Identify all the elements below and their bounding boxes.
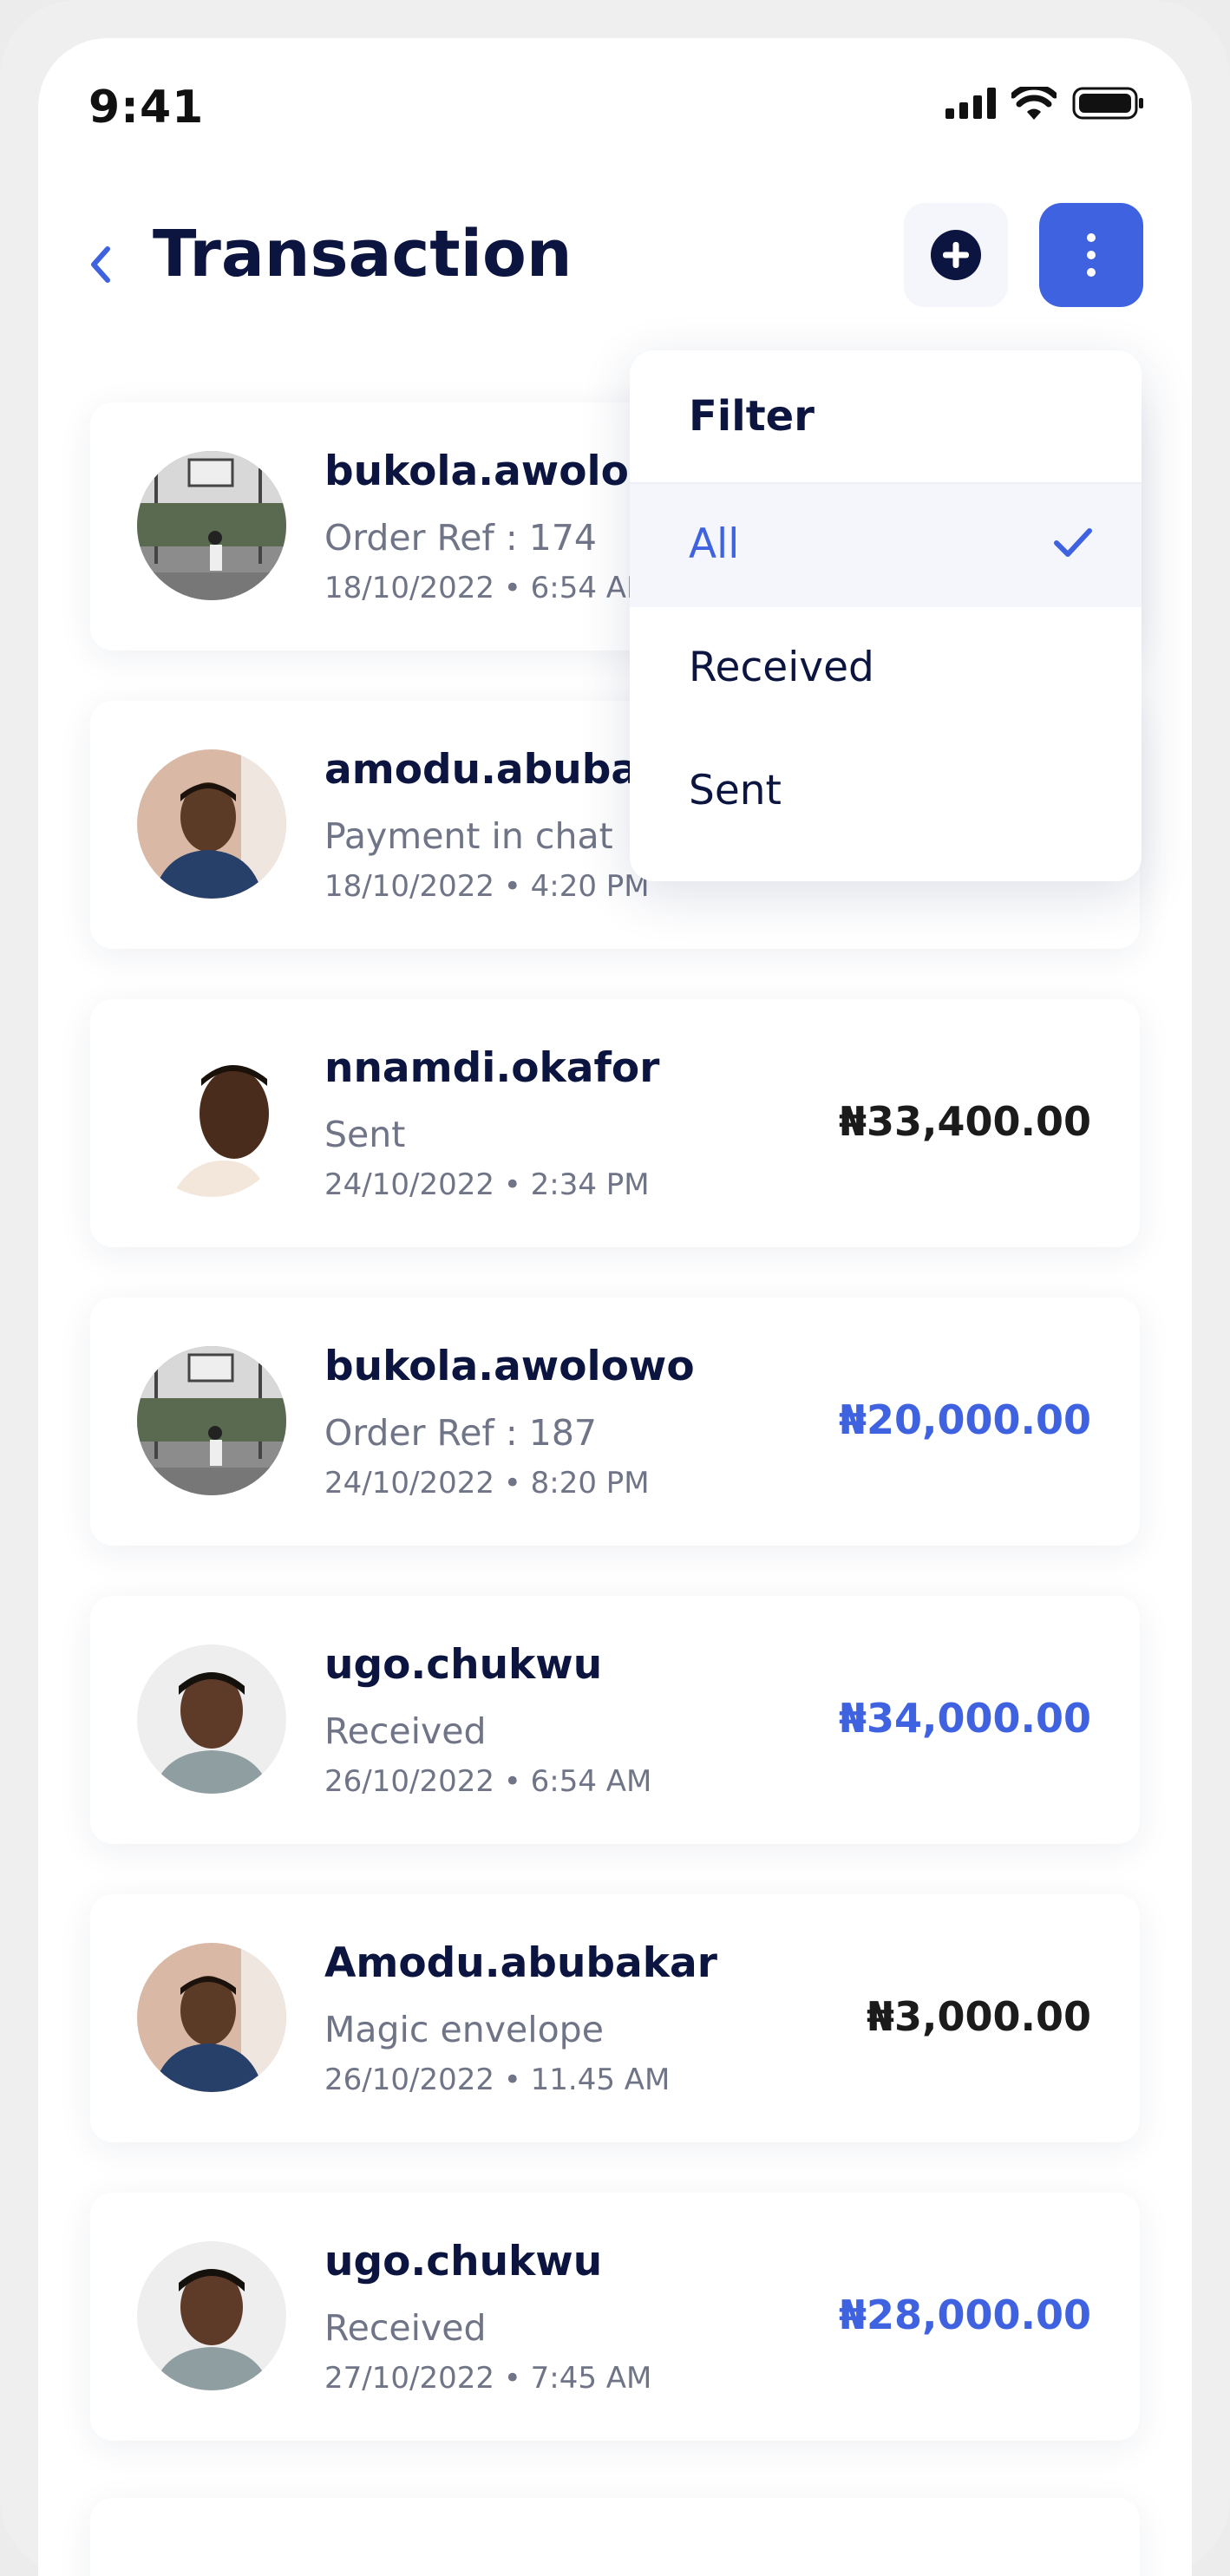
transaction-date: 24/10/2022 • 8:20 PM xyxy=(324,1466,650,1500)
avatar xyxy=(137,1943,286,2092)
transaction-card[interactable]: Amodu.abubakar Magic envelope 26/10/2022… xyxy=(90,1894,1140,2142)
transaction-name: bukola.awolowo xyxy=(324,1343,695,1390)
transaction-card[interactable]: bukola.awolowo Order Ref : 187 24/10/202… xyxy=(90,1298,1140,1546)
transaction-name: nnamdi.okafor xyxy=(324,1044,660,1092)
plus-circle-icon xyxy=(931,230,981,280)
screen: 9:41 Transaction bukola.awolowo Order Re… xyxy=(38,38,1192,2576)
filter-dropdown: Filter All Received Sent xyxy=(630,350,1142,881)
transaction-date: 26/10/2022 • 11.45 AM xyxy=(324,2063,671,2097)
avatar xyxy=(137,2241,286,2390)
filter-title: Filter xyxy=(689,392,815,441)
transaction-date: 18/10/2022 • 4:20 PM xyxy=(324,869,650,904)
filter-option-label: Received xyxy=(689,644,874,691)
filter-option-sent[interactable]: Sent xyxy=(630,730,1142,853)
avatar xyxy=(137,749,286,899)
checkmark-icon xyxy=(1054,528,1092,557)
chevron-left-icon xyxy=(91,246,110,283)
transaction-date: 18/10/2022 • 6:54 AM xyxy=(324,571,652,605)
transaction-amount: ₦34,000.00 xyxy=(838,1695,1091,1742)
transaction-date: 27/10/2022 • 7:45 AM xyxy=(324,2361,652,2396)
add-transaction-button[interactable] xyxy=(904,203,1008,307)
avatar xyxy=(137,1644,286,1794)
device-frame: 9:41 Transaction bukola.awolowo Order Re… xyxy=(0,0,1230,2576)
filter-option-label: Sent xyxy=(689,767,782,814)
transaction-amount: ₦33,400.00 xyxy=(838,1098,1091,1145)
avatar xyxy=(137,1048,286,1197)
battery-icon xyxy=(1072,87,1143,120)
transaction-name: ugo.chukwu xyxy=(324,2238,603,2285)
transaction-card-partial[interactable] xyxy=(90,2498,1140,2576)
transaction-description: Sent xyxy=(324,1114,406,1155)
transaction-name: Amodu.abubakar xyxy=(324,1939,717,1987)
more-options-button[interactable] xyxy=(1039,203,1143,307)
wifi-icon xyxy=(1011,87,1057,120)
transaction-amount: ₦20,000.00 xyxy=(838,1396,1091,1443)
transaction-card[interactable]: nnamdi.okafor Sent 24/10/2022 • 2:34 PM … xyxy=(90,999,1140,1247)
transaction-amount: ₦3,000.00 xyxy=(867,1993,1091,2040)
status-time: 9:41 xyxy=(88,82,205,134)
transaction-description: Received xyxy=(324,2307,487,2349)
transaction-description: Payment in chat xyxy=(324,815,613,857)
signal-icon xyxy=(945,88,996,119)
status-icons xyxy=(945,87,1145,120)
transaction-card[interactable]: ugo.chukwu Received 26/10/2022 • 6:54 AM… xyxy=(90,1596,1140,1844)
transaction-date: 24/10/2022 • 2:34 PM xyxy=(324,1167,650,1202)
filter-option-label: All xyxy=(689,520,740,568)
avatar xyxy=(137,1346,286,1495)
avatar xyxy=(137,451,286,600)
page-title: Transaction xyxy=(153,217,572,291)
filter-option-received[interactable]: Received xyxy=(630,607,1142,730)
transaction-description: Received xyxy=(324,1710,487,1752)
back-button[interactable] xyxy=(78,234,121,295)
more-vertical-icon xyxy=(1087,233,1096,277)
transaction-amount: ₦28,000.00 xyxy=(838,2292,1091,2338)
transaction-name: ugo.chukwu xyxy=(324,1641,603,1689)
transaction-date: 26/10/2022 • 6:54 AM xyxy=(324,1764,652,1799)
filter-option-all[interactable]: All xyxy=(630,484,1142,607)
transaction-card[interactable]: ugo.chukwu Received 27/10/2022 • 7:45 AM… xyxy=(90,2193,1140,2441)
transaction-description: Order Ref : 174 xyxy=(324,517,597,559)
transaction-description: Magic envelope xyxy=(324,2009,604,2050)
transaction-description: Order Ref : 187 xyxy=(324,1412,597,1454)
